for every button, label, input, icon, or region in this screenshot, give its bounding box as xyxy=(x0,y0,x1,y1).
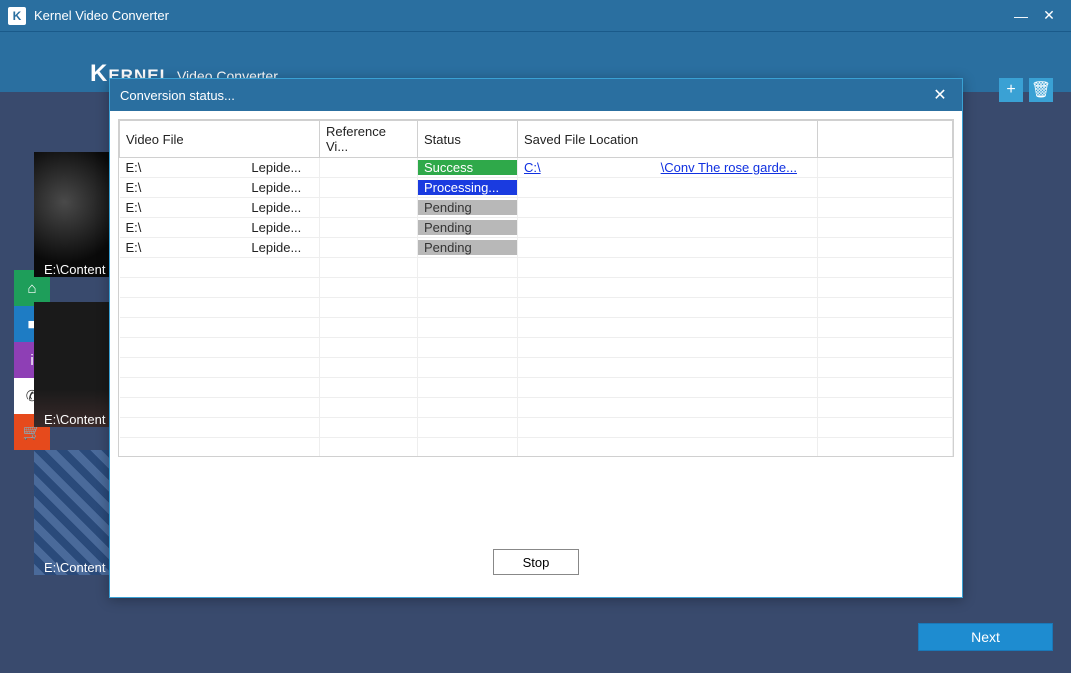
trash-icon: 🗑 xyxy=(1031,80,1051,100)
thumb-caption: E:\Content xyxy=(44,560,110,575)
col-reference-video[interactable]: Reference Vi... xyxy=(320,121,418,158)
dialog-footer: Stop xyxy=(118,457,954,589)
table-row xyxy=(120,298,953,318)
delete-button[interactable]: 🗑 xyxy=(1029,78,1053,102)
saved-location-link[interactable]: C:\\Conv The rose garde... xyxy=(524,160,797,175)
cell-video-file: E:\Lepide... xyxy=(120,158,320,178)
col-status[interactable]: Status xyxy=(418,121,518,158)
conversion-status-dialog: Conversion status... ✕ Video File Refere… xyxy=(109,78,963,598)
cell-location[interactable]: C:\\Conv The rose garde... xyxy=(518,158,818,178)
app-logo: K xyxy=(8,7,26,25)
cell-status: Success xyxy=(418,158,518,178)
cell-status: Processing... xyxy=(418,178,518,198)
table-row xyxy=(120,438,953,458)
table-row xyxy=(120,358,953,378)
cell-reference xyxy=(320,158,418,178)
cell-video-file: E:\Lepide... xyxy=(120,198,320,218)
cell-status: Pending xyxy=(418,198,518,218)
cell-location xyxy=(518,218,818,238)
table-row xyxy=(120,398,953,418)
cell-location xyxy=(518,178,818,198)
thumb-caption: E:\Content xyxy=(44,262,110,277)
conversion-table: Video File Reference Vi... Status Saved … xyxy=(118,119,954,457)
next-button[interactable]: Next xyxy=(918,623,1053,651)
dialog-header: Conversion status... ✕ xyxy=(110,79,962,111)
table-row[interactable]: E:\Lepide... Pending xyxy=(120,238,953,258)
cell-reference xyxy=(320,198,418,218)
add-button[interactable]: + xyxy=(999,78,1023,102)
cell-reference xyxy=(320,238,418,258)
cell-status: Pending xyxy=(418,218,518,238)
cell-video-file: E:\Lepide... xyxy=(120,238,320,258)
cell-video-file: E:\Lepide... xyxy=(120,178,320,198)
close-button[interactable]: ✕ xyxy=(1035,4,1063,28)
cell-spacer xyxy=(818,178,953,198)
video-thumb[interactable]: E:\Content xyxy=(34,302,110,427)
table-row xyxy=(120,378,953,398)
table-row[interactable]: E:\Lepide... Processing... xyxy=(120,178,953,198)
cell-spacer xyxy=(818,198,953,218)
table-row xyxy=(120,318,953,338)
table-row[interactable]: E:\Lepide... Success C:\\Conv The rose gar… xyxy=(120,158,953,178)
table-row[interactable]: E:\Lepide... Pending xyxy=(120,198,953,218)
col-spacer xyxy=(818,121,953,158)
plus-icon: + xyxy=(1006,81,1015,99)
col-video-file[interactable]: Video File xyxy=(120,121,320,158)
table-row xyxy=(120,338,953,358)
home-icon: ⌂ xyxy=(27,280,36,297)
table-header-row: Video File Reference Vi... Status Saved … xyxy=(120,121,953,158)
cell-location xyxy=(518,198,818,218)
stop-button[interactable]: Stop xyxy=(493,549,579,575)
video-thumb[interactable]: E:\Content xyxy=(34,152,110,277)
table-row xyxy=(120,278,953,298)
video-thumb[interactable]: E:\Content xyxy=(34,450,110,575)
cell-location xyxy=(518,238,818,258)
table-row xyxy=(120,258,953,278)
dialog-body: Video File Reference Vi... Status Saved … xyxy=(110,111,962,597)
cell-spacer xyxy=(818,218,953,238)
thumb-caption: E:\Content xyxy=(44,412,110,427)
titlebar: K Kernel Video Converter — ✕ xyxy=(0,0,1071,32)
cell-spacer xyxy=(818,158,953,178)
cell-spacer xyxy=(818,238,953,258)
table-row[interactable]: E:\Lepide... Pending xyxy=(120,218,953,238)
table-row xyxy=(120,418,953,438)
minimize-button[interactable]: — xyxy=(1007,4,1035,28)
app-title: Kernel Video Converter xyxy=(34,8,1007,23)
content-area: Kernel Video Converter + 🗑 ⌂ ■ i ✆ 🛒 E:\… xyxy=(0,32,1071,673)
cell-status: Pending xyxy=(418,238,518,258)
cell-reference xyxy=(320,218,418,238)
dialog-title: Conversion status... xyxy=(120,88,928,103)
cell-reference xyxy=(320,178,418,198)
dialog-close-button[interactable]: ✕ xyxy=(928,85,952,105)
col-saved-location[interactable]: Saved File Location xyxy=(518,121,818,158)
cell-video-file: E:\Lepide... xyxy=(120,218,320,238)
